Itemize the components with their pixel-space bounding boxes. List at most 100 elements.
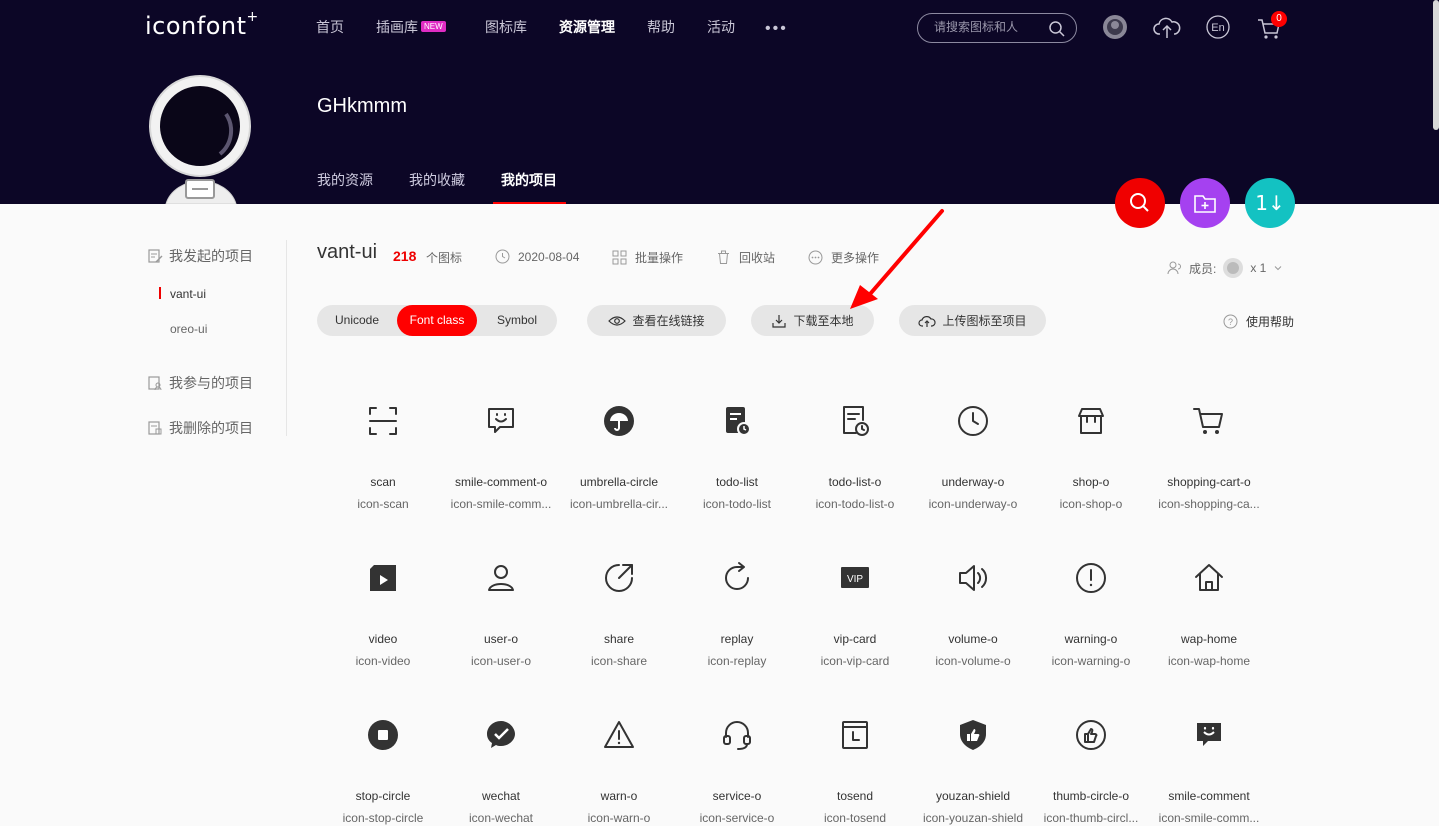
icon-class-name[interactable]: icon-shopping-ca... [1150,496,1268,512]
icon-class-name[interactable]: icon-warn-o [560,810,678,826]
icon-class-name[interactable]: icon-video [324,653,442,669]
icon-class-name[interactable]: icon-wechat [442,810,560,826]
icon-card-replay[interactable]: replay icon-replay [678,561,796,669]
todo-list-icon [726,407,751,436]
sidebar-item-oreo-ui[interactable]: oreo-ui [170,322,207,336]
user-avatar-icon[interactable] [1102,14,1128,40]
icon-class-name[interactable]: icon-tosend [796,810,914,826]
sidebar-group-deleted[interactable]: 我删除的项目 [147,418,253,438]
language-en-icon[interactable]: En [1205,14,1231,40]
recycle-bin-label: 回收站 [739,251,776,265]
sidebar-group-participated[interactable]: 我参与的项目 [147,373,253,393]
icon-name: youzan-shield [935,789,1011,803]
astronaut-avatar[interactable] [148,74,253,204]
icon-card-share[interactable]: share icon-share [560,561,678,669]
icon-card-todo-list[interactable]: todo-list icon-todo-list [678,404,796,512]
video-icon [370,565,396,591]
icon-card-thumb-circle-o[interactable]: thumb-circle-o icon-thumb-circl... [1032,718,1150,826]
icon-card-underway-o[interactable]: underway-o icon-underway-o [914,404,1032,512]
trash-icon [718,250,729,264]
icon-card-warn-o[interactable]: warn-o icon-warn-o [560,718,678,826]
icon-card-shop-o[interactable]: shop-o icon-shop-o [1032,404,1150,512]
icon-class-name[interactable]: icon-youzan-shield [914,810,1032,826]
icon-card-service-o[interactable]: service-o icon-service-o [678,718,796,826]
icon-class-name[interactable]: icon-stop-circle [324,810,442,826]
icon-card-wap-home[interactable]: wap-home icon-wap-home [1150,561,1268,669]
mode-unicode-button[interactable]: Unicode [317,305,397,336]
mode-symbol-button[interactable]: Symbol [477,305,557,336]
project-members[interactable]: 成员: x 1 [1167,257,1284,279]
tab-my-resources[interactable]: 我的资源 [317,170,373,190]
icon-card-vip-card[interactable]: VIP vip-card icon-vip-card [796,561,914,669]
icon-class-name[interactable]: icon-volume-o [914,653,1032,669]
more-operations-button[interactable]: 更多操作 [808,249,879,266]
icon-card-stop-circle[interactable]: stop-circle icon-stop-circle [324,718,442,826]
icon-class-name[interactable]: icon-share [560,653,678,669]
icon-class-name[interactable]: icon-smile-comm... [1150,810,1268,826]
upload-icons-button[interactable]: 上传图标至项目 [899,305,1046,336]
icon-card-smile-comment-o[interactable]: smile-comment-o icon-smile-comm... [442,404,560,512]
nav-more-icon[interactable]: ••• [765,20,788,38]
nav-resource-management[interactable]: 资源管理 [559,17,615,37]
sidebar-group-label: 我发起的项目 [169,248,253,264]
project-title: vant-ui [317,241,378,263]
icon-card-warning-o[interactable]: warning-o icon-warning-o [1032,561,1150,669]
fab-search-button[interactable] [1115,178,1165,228]
tab-my-projects[interactable]: 我的项目 [501,170,557,190]
mode-font-class-button[interactable]: Font class [397,305,477,336]
icon-card-tosend[interactable]: tosend icon-tosend [796,718,914,826]
icon-card-todo-list-o[interactable]: todo-list-o icon-todo-list-o [796,404,914,512]
project-date: 2020-08-04 [495,249,579,264]
search-icon[interactable] [1048,20,1066,38]
icon-class-name[interactable]: icon-thumb-circl... [1032,810,1150,826]
nav-help[interactable]: 帮助 [647,17,675,37]
nav-icon-library[interactable]: 图标库 [485,17,527,37]
icon-class-name[interactable]: icon-todo-list [678,496,796,512]
upload-cloud-icon[interactable] [1153,14,1181,40]
icon-class-name[interactable]: icon-vip-card [796,653,914,669]
icon-card-shopping-cart-o[interactable]: shopping-cart-o icon-shopping-ca... [1150,404,1268,512]
icon-card-wechat[interactable]: wechat icon-wechat [442,718,560,826]
icon-card-user-o[interactable]: user-o icon-user-o [442,561,560,669]
view-online-link-button[interactable]: 查看在线链接 [587,305,726,336]
iconfont-logo[interactable]: iconfont+ [145,9,259,40]
icon-class-name[interactable]: icon-umbrella-cir... [560,496,678,512]
edit-doc-icon [148,249,163,263]
icon-class-name[interactable]: icon-user-o [442,653,560,669]
tab-my-favorites[interactable]: 我的收藏 [409,170,465,190]
search-icon [1130,193,1149,212]
icon-card-smile-comment[interactable]: smile-comment icon-smile-comm... [1150,718,1268,826]
icon-class-name[interactable]: icon-replay [678,653,796,669]
nav-illustration[interactable]: 插画库 NEW [376,17,446,37]
icon-name: umbrella-circle [579,475,659,489]
nav-home[interactable]: 首页 [316,17,344,37]
icon-name: volume-o [948,632,998,646]
fab-add-folder-button[interactable] [1180,178,1230,228]
usage-help-label: 使用帮助 [1246,315,1295,329]
recycle-bin-button[interactable]: 回收站 [716,249,775,266]
icon-card-scan[interactable]: scan icon-scan [324,404,442,512]
icon-card-umbrella-circle[interactable]: umbrella-circle icon-umbrella-cir... [560,404,678,512]
nav-activity[interactable]: 活动 [707,17,735,37]
scrollbar[interactable] [1433,0,1439,130]
members-label: 成员: [1189,261,1217,276]
batch-operation-button[interactable]: 批量操作 [612,249,683,266]
icon-class-name[interactable]: icon-wap-home [1150,653,1268,669]
icon-class-name[interactable]: icon-service-o [678,810,796,826]
icon-class-name[interactable]: icon-shop-o [1032,496,1150,512]
sidebar-group-initiated[interactable]: 我发起的项目 [147,246,253,266]
fab-sort-button[interactable]: 1↓ [1245,178,1295,228]
icon-card-volume-o[interactable]: volume-o icon-volume-o [914,561,1032,669]
download-local-button[interactable]: 下载至本地 [751,305,874,336]
icon-class-name[interactable]: icon-smile-comm... [442,496,560,512]
search-input[interactable] [934,20,1044,34]
sidebar-item-vant-ui[interactable]: vant-ui [170,287,206,301]
icon-class-name[interactable]: icon-warning-o [1032,653,1150,669]
icon-class-name[interactable]: icon-todo-list-o [796,496,914,512]
search-box[interactable] [917,13,1077,43]
icon-card-youzan-shield[interactable]: youzan-shield icon-youzan-shield [914,718,1032,826]
icon-class-name[interactable]: icon-scan [324,496,442,512]
usage-help-link[interactable]: ? 使用帮助 [1223,313,1294,330]
icon-card-video[interactable]: video icon-video [324,561,442,669]
icon-class-name[interactable]: icon-underway-o [914,496,1032,512]
